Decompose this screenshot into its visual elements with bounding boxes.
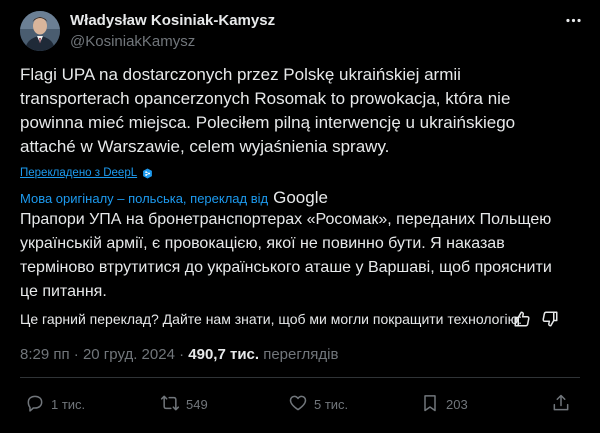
reply-button[interactable]: 1 тис. <box>25 393 85 416</box>
share-button[interactable] <box>551 393 571 416</box>
deepl-icon <box>142 167 153 179</box>
avatar[interactable] <box>20 11 60 51</box>
translation-feedback-prompt: Це гарний переклад? Дайте нам знати, щоб… <box>20 311 523 327</box>
views-label: переглядів <box>263 346 339 363</box>
divider <box>20 377 580 378</box>
google-logo: Google <box>273 188 328 207</box>
author-name[interactable]: Władysław Kosiniak-Kamysz <box>70 12 275 29</box>
bookmark-icon <box>420 393 440 416</box>
translated-text-line: Прапори УПА на бронетранспортерах «Росом… <box>20 211 552 228</box>
like-count: 5 тис. <box>314 397 349 412</box>
meta-separator: · <box>179 346 185 363</box>
more-icon <box>564 11 583 35</box>
tweet-text-line: attaché w Warszawie, celem wyjaśnienia s… <box>20 137 390 156</box>
reply-icon <box>25 393 45 416</box>
translated-text-line: це питання. <box>20 283 107 300</box>
tweet-date[interactable]: 20 груд. 2024 <box>83 346 175 363</box>
deepl-translation-link[interactable]: Перекладено з DeepL <box>20 167 153 179</box>
meta-separator: · <box>73 346 79 363</box>
tweet-text: Flagi UPA na dostarczonych przez Polskę … <box>20 63 585 159</box>
author-handle[interactable]: @KosiniakKamysz <box>70 33 195 50</box>
tweet-time[interactable]: 8:29 пп <box>20 346 70 363</box>
share-icon <box>551 393 571 416</box>
thumbs-down-icon <box>541 311 559 332</box>
thumbs-up-icon <box>513 311 531 332</box>
bookmark-count: 203 <box>446 397 468 412</box>
translation-source[interactable]: Мова оригіналу – польська, переклад від … <box>20 188 328 208</box>
repost-icon <box>160 393 180 416</box>
tweet: Władysław Kosiniak-Kamysz @KosiniakKamys… <box>0 0 600 433</box>
tweet-text-line: transporterach opancerzonych Rosomak to … <box>20 89 511 108</box>
tweet-meta: 8:29 пп · 20 груд. 2024 · 490,7 тис. пер… <box>20 346 338 363</box>
deepl-link-label: Перекладено з DeepL <box>20 167 138 179</box>
bookmark-button[interactable]: 203 <box>420 393 468 416</box>
translated-text-line: українській армії, є провокацією, якої н… <box>20 235 505 252</box>
repost-button[interactable]: 549 <box>160 393 208 416</box>
more-button[interactable] <box>562 14 584 32</box>
like-button[interactable]: 5 тис. <box>288 393 348 416</box>
tweet-text-line: powinna mieć miejsca. Poleciłem pilną in… <box>20 113 516 132</box>
tweet-text-line: Flagi UPA na dostarczonych przez Polskę … <box>20 65 461 84</box>
thumbs-down-button[interactable] <box>541 310 559 328</box>
views-count[interactable]: 490,7 тис. <box>188 346 259 363</box>
translated-text: Прапори УПА на бронетранспортерах «Росом… <box>20 208 585 304</box>
translation-source-label: Мова оригіналу – польська, переклад від <box>20 190 269 206</box>
repost-count: 549 <box>186 397 208 412</box>
thumbs-up-button[interactable] <box>513 310 531 328</box>
reply-count: 1 тис. <box>51 397 86 412</box>
heart-icon <box>288 393 308 416</box>
translated-text-line: терміново втрутитися до українського ата… <box>20 259 552 276</box>
